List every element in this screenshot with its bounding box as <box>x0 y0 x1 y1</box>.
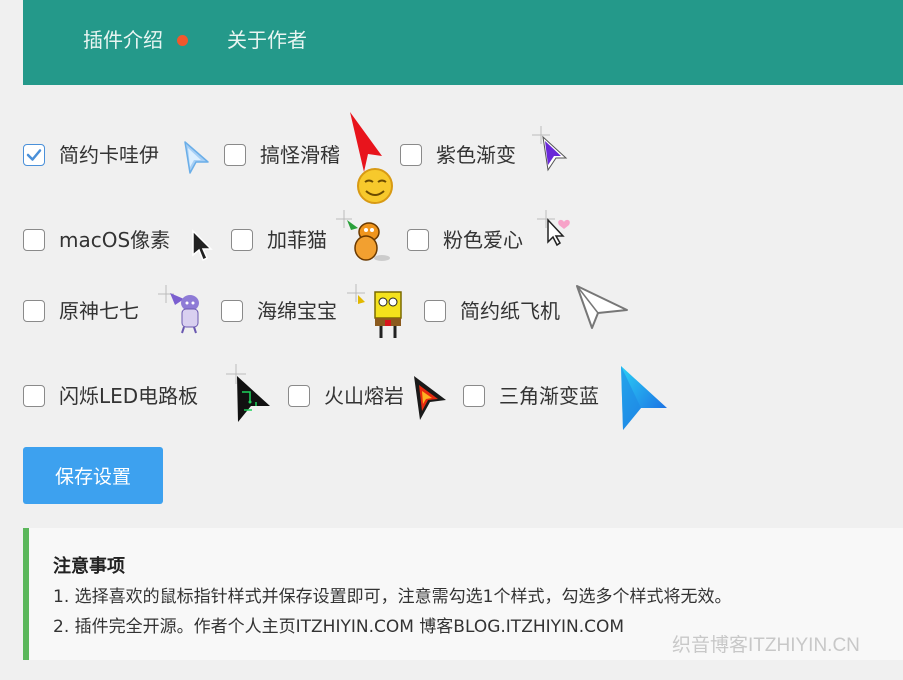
option-label: 搞怪滑稽 <box>260 143 340 167</box>
checkbox[interactable] <box>23 385 45 407</box>
top-nav-bar: 插件介绍 关于作者 <box>23 0 903 85</box>
checkbox[interactable] <box>463 385 485 407</box>
red-arrow-smiley-icon <box>350 112 393 204</box>
option-label: 紫色渐变 <box>436 143 516 167</box>
paper-plane-cursor-icon <box>576 285 628 329</box>
checkbox[interactable] <box>23 300 45 322</box>
option-label: 海绵宝宝 <box>257 299 337 323</box>
watermark: 织音博客ITZHIYIN.CN <box>672 635 860 656</box>
save-settings-button[interactable]: 保存设置 <box>23 447 163 504</box>
checkbox[interactable] <box>23 229 45 251</box>
blue-triangle-arrow-icon <box>621 366 667 430</box>
garfield-cursor-icon <box>336 210 390 261</box>
checkbox[interactable] <box>407 229 429 251</box>
notice-line: 1. 选择喜欢的鼠标指针样式并保存设置即可，注意需勾选1个样式，勾选多个样式将无… <box>53 587 732 607</box>
soft-blue-arrow-icon <box>184 141 209 174</box>
checkbox[interactable] <box>288 385 310 407</box>
checkbox[interactable] <box>23 144 45 166</box>
pink-heart-arrow-icon <box>537 210 570 247</box>
tab-plugin-intro[interactable]: 插件介绍 <box>83 26 163 54</box>
spongebob-cursor-icon <box>347 284 402 338</box>
notice-title: 注意事项 <box>53 556 125 577</box>
checkbox[interactable] <box>400 144 422 166</box>
checkbox[interactable] <box>221 300 243 322</box>
led-circuit-arrow-icon <box>226 364 270 422</box>
checkbox[interactable] <box>424 300 446 322</box>
option-label: macOS像素 <box>59 228 171 252</box>
tab-about-author[interactable]: 关于作者 <box>227 26 307 54</box>
option-label: 闪烁LED电路板 <box>59 384 199 408</box>
notice-line: 2. 插件完全开源。作者个人主页ITZHIYIN.COM 博客BLOG.ITZH… <box>53 617 625 637</box>
checkbox[interactable] <box>231 229 253 251</box>
option-label: 三角渐变蓝 <box>499 384 599 408</box>
macos-pixel-arrow-icon <box>192 229 213 262</box>
notification-dot <box>177 35 188 46</box>
option-label: 加菲猫 <box>267 228 327 252</box>
checkbox[interactable] <box>224 144 246 166</box>
option-label: 简约纸飞机 <box>460 299 560 323</box>
option-label: 简约卡哇伊 <box>59 143 159 167</box>
option-label: 粉色爱心 <box>443 228 523 252</box>
genshin-qiqi-cursor-icon <box>158 285 199 334</box>
checkmark-icon <box>26 149 42 161</box>
option-label: 火山熔岩 <box>324 384 404 408</box>
option-label: 原神七七 <box>59 299 139 323</box>
purple-gradient-arrow-icon <box>532 126 568 172</box>
lava-arrow-icon <box>414 376 446 420</box>
